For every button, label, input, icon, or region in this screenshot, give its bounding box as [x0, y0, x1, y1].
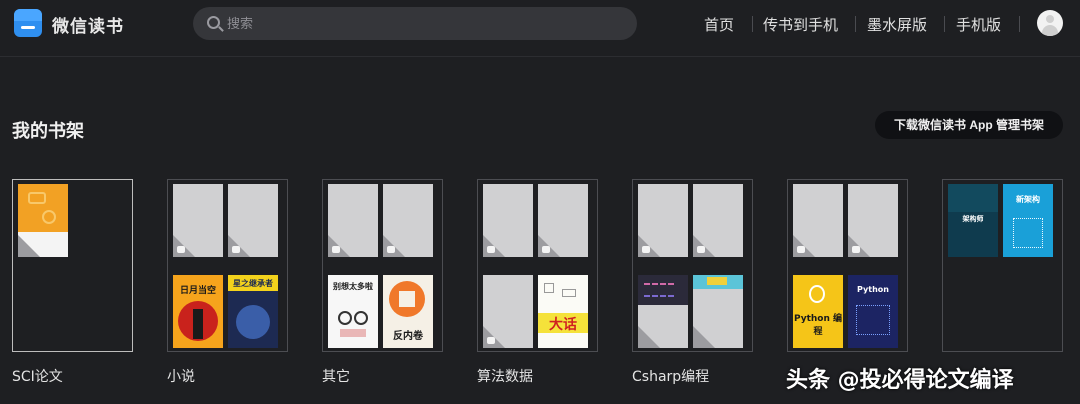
book-cover[interactable]: 日月当空 — [173, 275, 223, 348]
book-cover[interactable]: Python 编程 — [793, 275, 843, 348]
book-placeholder[interactable] — [638, 184, 688, 257]
folder-other[interactable]: 别想太多啦 反内卷 — [322, 179, 443, 352]
book-placeholder[interactable] — [328, 184, 378, 257]
shelf-title: 我的书架 — [12, 121, 84, 142]
folder-label: Csharp编程 — [632, 369, 710, 385]
book-placeholder[interactable] — [793, 184, 843, 257]
folder-label: SCI论文 — [12, 369, 63, 385]
cover-title: Python 编程 — [793, 314, 843, 337]
cover-title: 架构师 — [962, 215, 984, 223]
book-placeholder[interactable] — [383, 184, 433, 257]
nav-divider — [1019, 16, 1020, 32]
nav-send-to-phone[interactable]: 传书到手机 — [763, 14, 838, 35]
folder-algorithms[interactable]: 大话 — [477, 179, 598, 352]
book-placeholder[interactable] — [693, 184, 743, 257]
nav-eink[interactable]: 墨水屏版 — [867, 14, 927, 35]
search-input[interactable] — [227, 13, 617, 35]
book-cover[interactable] — [638, 275, 688, 348]
cover-title: 日月当空 — [179, 286, 216, 296]
cover-title: 新架构 — [1016, 195, 1040, 204]
folder-sci[interactable] — [12, 179, 133, 352]
folder-novel[interactable]: 日月当空 星之继承者 — [167, 179, 288, 352]
cover-title: Python — [857, 285, 889, 294]
app-logo-icon[interactable] — [14, 9, 42, 37]
nav-divider — [752, 16, 753, 32]
book-placeholder[interactable] — [848, 184, 898, 257]
nav-mobile[interactable]: 手机版 — [956, 14, 1001, 35]
book-cover[interactable]: 大话 — [538, 275, 588, 348]
book-placeholder[interactable] — [538, 184, 588, 257]
cover-title: 星之继承者 — [233, 279, 273, 288]
book-placeholder[interactable] — [483, 275, 533, 348]
app-title[interactable]: 微信读书 — [52, 12, 124, 37]
top-bar: 微信读书 首页 传书到手机 墨水屏版 手机版 — [0, 0, 1080, 57]
watermark-text: 头条 @投必得论文编译 — [786, 368, 1014, 393]
folder-label: 其它 — [322, 369, 350, 385]
book-cover[interactable] — [693, 275, 743, 348]
search-icon — [207, 16, 220, 29]
book-cover[interactable]: Python — [848, 275, 898, 348]
book-cover[interactable]: 星之继承者 — [228, 275, 278, 348]
book-placeholder[interactable] — [483, 184, 533, 257]
cover-title: 大话 — [549, 317, 577, 333]
book-cover[interactable]: 架构师 — [948, 184, 998, 257]
folder-python[interactable]: Python 编程 Python — [787, 179, 908, 352]
book-cover[interactable] — [18, 184, 68, 257]
folder-architecture[interactable]: 架构师 新架构 — [942, 179, 1063, 352]
book-cover[interactable]: 新架构 — [1003, 184, 1053, 257]
book-cover[interactable]: 反内卷 — [383, 275, 433, 348]
download-app-button[interactable]: 下载微信读书 App 管理书架 — [875, 111, 1063, 139]
folder-csharp[interactable] — [632, 179, 753, 352]
nav-divider — [855, 16, 856, 32]
cover-title: 反内卷 — [393, 331, 423, 342]
nav-divider — [944, 16, 945, 32]
user-avatar[interactable] — [1037, 10, 1063, 36]
folder-label: 小说 — [167, 369, 195, 385]
cover-title: 别想太多啦 — [333, 282, 373, 291]
nav-home[interactable]: 首页 — [704, 14, 734, 35]
folder-label: 算法数据 — [477, 369, 533, 385]
book-cover[interactable]: 别想太多啦 — [328, 275, 378, 348]
search-box[interactable] — [193, 7, 637, 40]
book-placeholder[interactable] — [228, 184, 278, 257]
book-placeholder[interactable] — [173, 184, 223, 257]
